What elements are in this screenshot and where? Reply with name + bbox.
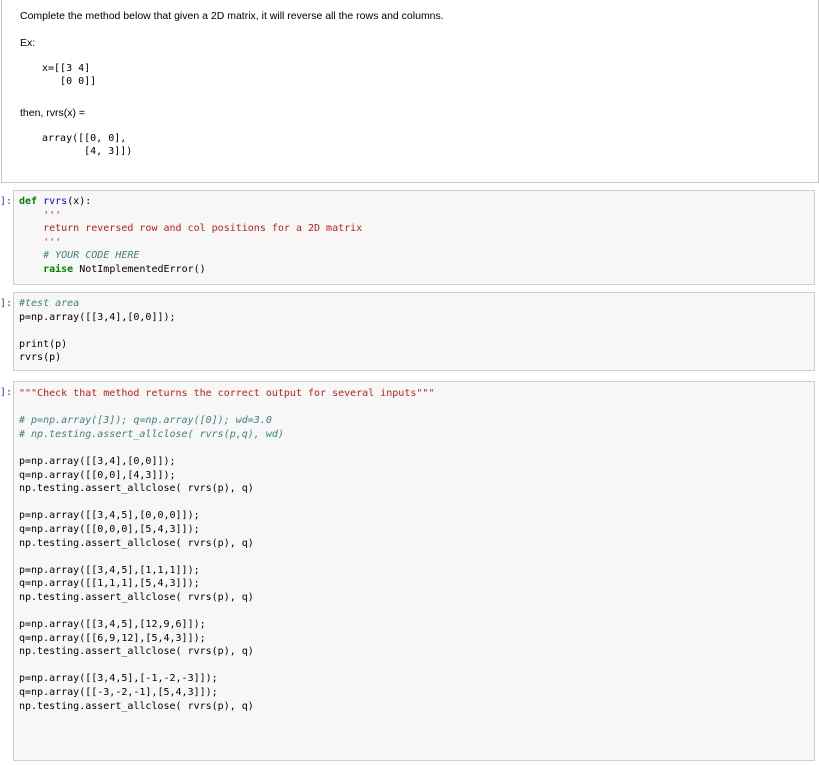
function-code[interactable]: def rvrs(x): ''' return reversed row and… [19, 195, 362, 277]
code-line: np.testing.assert_allclose( rvrs(p), q) [19, 700, 254, 712]
code-line: p=np.array([[3,4],[0,0]]); [19, 455, 176, 467]
code-line: p=np.array([[3,4,5],[0,0,0]]); [19, 510, 200, 522]
code-line: q=np.array([[1,1,1],[5,4,3]]); [19, 578, 200, 590]
example-label: Ex: [20, 37, 36, 49]
code-line: np.testing.assert_allclose( rvrs(p), q) [19, 646, 254, 658]
then-label: then, rvrs(x) = [20, 107, 86, 119]
cell-prompt: ]: [0, 298, 13, 309]
check-docstring: """Check that method returns the correct… [19, 388, 435, 399]
instruction-text: Complete the method below that given a 2… [20, 10, 444, 22]
notebook: Complete the method below that given a 2… [0, 0, 820, 765]
code-cell-test-area[interactable]: #test area p=np.array([[3,4],[0,0]]); pr… [13, 292, 815, 371]
docstring-open: ''' [19, 209, 62, 221]
code-line: np.testing.assert_allclose( rvrs(p), q) [19, 537, 254, 549]
code-line: p=np.array([[3,4,5],[-1,-2,-3]]); [19, 673, 218, 685]
code-cell-checks[interactable]: """Check that method returns the correct… [13, 381, 815, 761]
code-line: rvrs(p) [19, 352, 62, 364]
code-line: np.testing.assert_allclose( rvrs(p), q) [19, 591, 254, 603]
function-signature: (x): [67, 196, 92, 207]
code-cell-function[interactable]: def rvrs(x): ''' return reversed row and… [13, 190, 815, 285]
docstring-close: ''' [19, 236, 62, 248]
code-line: q=np.array([[0,0,0],[5,4,3]]); [19, 523, 200, 535]
call-parens: () [193, 263, 206, 275]
cell-prompt: ]: [0, 387, 13, 398]
code-line: q=np.array([[0,0],[4,3]]); [19, 469, 176, 481]
cell-prompt: ]: [0, 196, 13, 207]
checks-code[interactable]: """Check that method returns the correct… [19, 387, 434, 713]
code-line: q=np.array([[-3,-2,-1],[5,4,3]]); [19, 687, 218, 699]
code-line: p=np.array([[3,4,5],[12,9,6]]); [19, 619, 206, 631]
code-line: p=np.array([[3,4],[0,0]]); [19, 311, 176, 323]
def-keyword: def [19, 196, 38, 207]
code-line: p=np.array([[3,4,5],[1,1,1]]); [19, 564, 200, 576]
code-comment: # np.testing.assert_allclose( rvrs(p,q),… [19, 428, 284, 440]
code-line: np.testing.assert_allclose( rvrs(p), q) [19, 483, 254, 495]
raise-keyword: raise [19, 263, 74, 275]
markdown-cell[interactable]: Complete the method below that given a 2… [1, 0, 819, 183]
code-comment: # YOUR CODE HERE [19, 250, 140, 262]
code-line: #test area [19, 298, 80, 309]
docstring-text: return reversed row and col positions fo… [19, 223, 363, 235]
example-input: x=[[3 4] [0 0]] [42, 63, 97, 87]
function-name: rvrs [43, 196, 68, 207]
exception-name: NotImplementedError [79, 263, 194, 275]
code-line: q=np.array([[6,9,12],[5,4,3]]); [19, 632, 206, 644]
code-comment: # p=np.array([3]); q=np.array([0]); wd=3… [19, 415, 272, 427]
test-area-code[interactable]: #test area p=np.array([[3,4],[0,0]]); pr… [19, 297, 176, 365]
example-output: array([[0, 0], [4, 3]]) [42, 133, 133, 157]
code-line: print(p) [19, 338, 68, 350]
